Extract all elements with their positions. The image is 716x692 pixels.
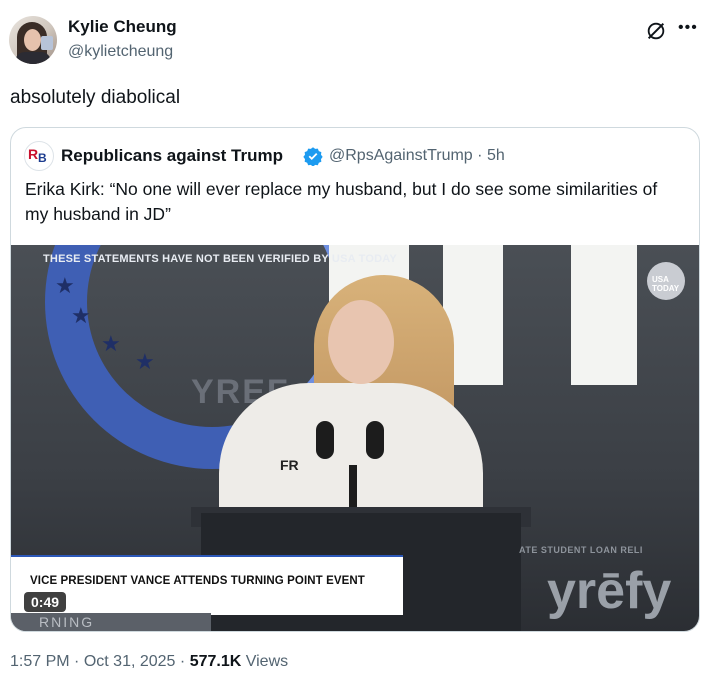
banner-text: ATE STUDENT LOAN RELI <box>519 545 643 555</box>
quoted-tweet-card[interactable]: RB Republicans against Trump @RpsAgainst… <box>10 127 700 632</box>
news-lower-third: VICE PRESIDENT VANCE ATTENDS TURNING POI… <box>11 555 403 615</box>
tweet-date[interactable]: Oct 31, 2025 <box>84 653 176 670</box>
video-duration: 0:49 <box>24 592 67 612</box>
quoted-avatar[interactable]: RB <box>24 141 54 171</box>
tweet-metadata: 1:57 PM · Oct 31, 2025 · 577.1K Views <box>10 653 289 670</box>
speaker-face <box>328 300 394 384</box>
microphone-icon <box>366 421 384 459</box>
author-handle[interactable]: @kylietcheung <box>68 43 173 61</box>
more-icon[interactable]: ••• <box>678 20 698 36</box>
shirt-text: FR <box>280 457 299 473</box>
quoted-tweet-text: Erika Kirk: “No one will ever replace my… <box>25 179 658 224</box>
verified-badge-icon <box>303 147 323 166</box>
author-avatar[interactable] <box>9 16 57 64</box>
video-player[interactable]: ★ ★ ★ ★ YREF USA TODAY THESE STATEMENTS … <box>11 245 699 631</box>
views-label: Views <box>245 653 289 670</box>
sponsor-logo: yrēfy <box>547 562 672 620</box>
tweet-text: absolutely diabolical <box>10 87 181 108</box>
lower-third-headline: VICE PRESIDENT VANCE ATTENDS TURNING POI… <box>30 575 365 587</box>
tweet-time[interactable]: 1:57 PM <box>10 653 70 670</box>
author-name[interactable]: Kylie Cheung <box>68 17 177 37</box>
quoted-handle-and-age[interactable]: @RpsAgainstTrump · 5h <box>329 147 505 165</box>
quoted-author-name[interactable]: Republicans against Trump <box>61 146 283 166</box>
views-count[interactable]: 577.1K <box>190 653 242 670</box>
lower-third-bottom: RNING <box>11 613 211 631</box>
usa-today-logo: USA TODAY <box>647 262 685 300</box>
star-icon: ★ <box>55 273 75 298</box>
video-disclaimer: THESE STATEMENTS HAVE NOT BEEN VERIFIED … <box>43 253 397 265</box>
stage-letter <box>571 245 637 385</box>
microphone-icon <box>316 421 334 459</box>
star-icon: ★ <box>71 303 91 328</box>
star-icon: ★ <box>135 349 155 374</box>
grok-icon[interactable] <box>645 20 667 42</box>
star-icon: ★ <box>101 331 121 356</box>
